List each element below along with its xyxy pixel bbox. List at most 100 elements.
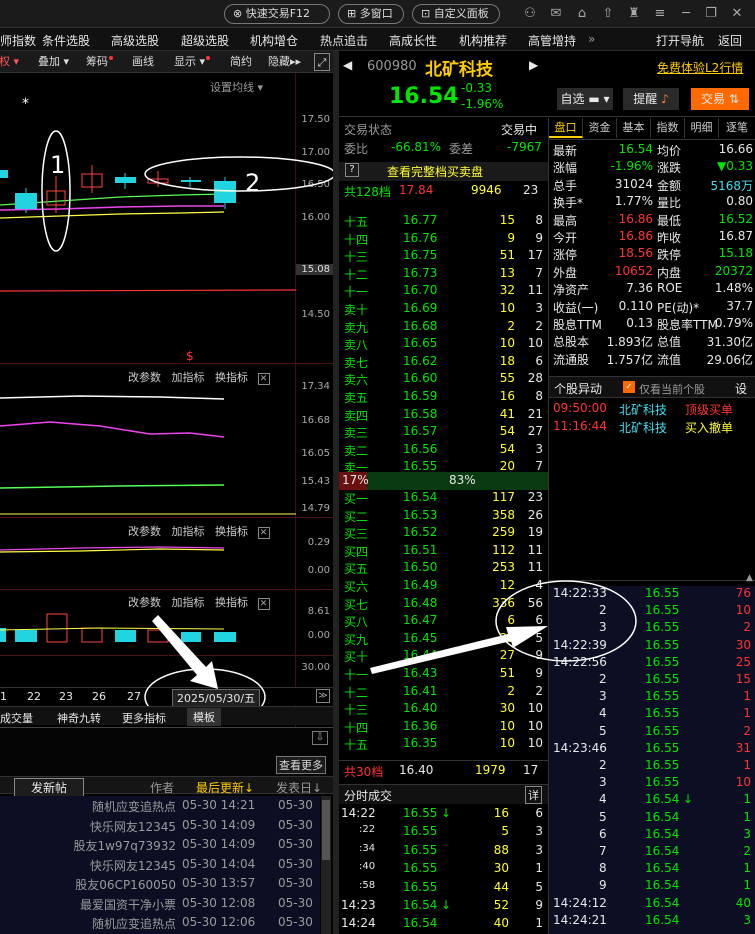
indicator-chart-2[interactable]: [0, 518, 296, 578]
display-button[interactable]: 显示 ▾: [174, 53, 211, 71]
forum-row[interactable]: 快乐网友12345 05-30 14:09 05-30: [0, 818, 320, 836]
order-level-row[interactable]: 卖六 16.60 55 28: [339, 371, 548, 389]
col-posted[interactable]: 发表日↓: [276, 779, 322, 796]
order-level-row[interactable]: 十四 16.76 9 9: [339, 231, 548, 249]
prev-stock-icon[interactable]: ◀: [343, 58, 352, 72]
abnormal-row[interactable]: 11:16:44 北矿科技 买入撤单: [549, 419, 755, 437]
multi-window-button[interactable]: ⊞ 多窗口: [338, 4, 404, 24]
menu-item[interactable]: 高管增持: [528, 32, 576, 49]
tab-basic[interactable]: 基本: [617, 118, 651, 138]
next-stock-icon[interactable]: ▶: [529, 58, 538, 72]
restore-icon[interactable]: ❐: [703, 6, 719, 22]
forum-row[interactable]: 股友1w97q73932 05-30 14:09 05-30: [0, 837, 320, 855]
menu-item[interactable]: 机构推荐: [459, 32, 507, 49]
menu-item[interactable]: 条件选股: [42, 32, 90, 49]
order-level-row[interactable]: 买九 16.45 25 5: [339, 631, 548, 649]
simple-button[interactable]: 简约: [230, 53, 252, 71]
order-level-row[interactable]: 卖八 16.65 10 10: [339, 336, 548, 354]
settings-button[interactable]: 设: [735, 380, 747, 397]
menu-item[interactable]: 超级选股: [181, 32, 229, 49]
menu-more[interactable]: »: [588, 32, 595, 46]
order-level-row[interactable]: 买二 16.53 358 26: [339, 508, 548, 526]
open-nav-button[interactable]: 打开导航: [656, 32, 704, 49]
menu-icon[interactable]: ≡: [652, 6, 668, 22]
order-level-row[interactable]: 十二 16.73 13 7: [339, 266, 548, 284]
forum-row[interactable]: 股友06CP160050 05-30 13:57 05-30: [0, 876, 320, 894]
forum-scrollbar[interactable]: [321, 796, 331, 934]
order-level-row[interactable]: 十四 16.36 10 10: [339, 719, 548, 737]
indicator-chart-1[interactable]: [0, 364, 296, 524]
only-current-checkbox[interactable]: ✓: [623, 381, 635, 393]
order-level-row[interactable]: 卖三 16.57 54 27: [339, 424, 548, 442]
col-latest[interactable]: 最后更新↓: [196, 779, 254, 796]
col-author[interactable]: 作者: [150, 779, 174, 796]
menu-item[interactable]: 师指数: [0, 32, 36, 49]
tab-details[interactable]: 明细: [685, 118, 719, 138]
order-level-row[interactable]: 卖五 16.59 16 8: [339, 389, 548, 407]
menu-item[interactable]: 高成长性: [389, 32, 437, 49]
tab-index[interactable]: 指数: [651, 118, 685, 138]
order-level-row[interactable]: 买三 16.52 259 19: [339, 525, 548, 543]
order-level-row[interactable]: 十三 16.75 51 17: [339, 248, 548, 266]
watchlist-button[interactable]: 自选 ▬ ▾: [557, 88, 613, 110]
menu-item[interactable]: 高级选股: [111, 32, 159, 49]
trade-button[interactable]: 交易 ⇅: [691, 88, 749, 110]
order-level-row[interactable]: 买七 16.48 336 56: [339, 596, 548, 614]
overlay-button[interactable]: 叠加 ▾: [38, 53, 69, 71]
tab-template[interactable]: 模板: [187, 708, 221, 726]
quick-trade-button[interactable]: ⊗ 快速交易F12: [224, 4, 330, 24]
order-level-row[interactable]: 十一 16.43 51 9: [339, 666, 548, 684]
new-post-button[interactable]: 发新帖: [14, 778, 85, 797]
order-level-row[interactable]: 买五 16.50 253 11: [339, 560, 548, 578]
fuquan-button[interactable]: 复权 ▾: [0, 53, 19, 71]
order-level-row[interactable]: 十五 16.35 10 10: [339, 736, 548, 754]
remind-button[interactable]: 提醒 ♪: [623, 88, 679, 110]
view-all-row[interactable]: ? 查看完整档买卖盘: [339, 162, 548, 181]
forum-row[interactable]: 随机应变追热点 05-30 14:21 05-30: [0, 798, 320, 816]
forum-row[interactable]: 快乐网友12345 05-30 14:04 05-30: [0, 857, 320, 875]
back-button[interactable]: 返回: [718, 32, 742, 49]
minimize-icon[interactable]: ─: [678, 6, 694, 22]
mail-icon[interactable]: ✉: [548, 6, 564, 22]
order-level-row[interactable]: 卖二 16.56 54 3: [339, 442, 548, 460]
forum-row[interactable]: 最爱国资干净小票 05-30 12:08 05-30: [0, 896, 320, 914]
draw-line-button[interactable]: 画线: [132, 53, 154, 71]
order-level-row[interactable]: 十五 16.77 15 8: [339, 213, 548, 231]
order-level-row[interactable]: 十二 16.41 2 2: [339, 684, 548, 702]
abnormal-row[interactable]: 09:50:00 北矿科技 顶级买单: [549, 401, 755, 419]
user-icon[interactable]: ⚇: [522, 6, 538, 22]
order-level-row[interactable]: 卖十 16.69 10 3: [339, 301, 548, 319]
home-icon[interactable]: ⌂: [574, 6, 590, 22]
detail-button[interactable]: 详: [525, 786, 542, 804]
close-icon[interactable]: ✕: [729, 6, 745, 22]
fullscreen-icon[interactable]: ⤢: [314, 53, 330, 71]
menu-item[interactable]: 热点追击: [320, 32, 368, 49]
view-more-button[interactable]: 查看更多: [276, 756, 326, 774]
free-l2-link[interactable]: 免费体验L2行情: [657, 59, 743, 76]
menu-item[interactable]: 机构增仓: [250, 32, 298, 49]
order-level-row[interactable]: 卖四 16.58 41 21: [339, 407, 548, 425]
tab-funds[interactable]: 资金: [583, 118, 617, 138]
order-level-row[interactable]: 买四 16.51 112 11: [339, 543, 548, 561]
tab-magic-nine[interactable]: 神奇九转: [57, 710, 101, 726]
chips-button[interactable]: 筹码: [86, 53, 113, 71]
order-level-row[interactable]: 卖九 16.68 2 2: [339, 319, 548, 337]
tab-tick[interactable]: 逐笔: [719, 118, 755, 138]
shirt-icon[interactable]: ♜: [626, 6, 642, 22]
order-level-row[interactable]: 买六 16.49 12 4: [339, 578, 548, 596]
tab-more-indicators[interactable]: 更多指标: [122, 710, 166, 726]
order-level-row[interactable]: 买八 16.47 6 6: [339, 613, 548, 631]
download-icon[interactable]: ⇩: [312, 731, 328, 745]
hide-button[interactable]: 隐藏▸▸: [268, 53, 301, 71]
order-level-row[interactable]: 卖七 16.62 18 6: [339, 354, 548, 372]
collapse-icon[interactable]: ▲: [746, 573, 753, 583]
tab-volume[interactable]: 成交量: [0, 710, 33, 726]
upload-icon[interactable]: ⇧: [600, 6, 616, 22]
tab-pankou[interactable]: 盘口: [549, 118, 583, 138]
forum-row[interactable]: 随机应变追热点 05-30 12:06 05-30: [0, 915, 320, 933]
order-level-row[interactable]: 买一 16.54 117 23: [339, 490, 548, 508]
order-level-row[interactable]: 买十 16.44 27 9: [339, 648, 548, 666]
order-level-row[interactable]: 十三 16.40 30 10: [339, 701, 548, 719]
order-level-row[interactable]: 十一 16.70 32 11: [339, 283, 548, 301]
custom-panel-button[interactable]: ⊡ 自定义面板: [412, 4, 500, 24]
